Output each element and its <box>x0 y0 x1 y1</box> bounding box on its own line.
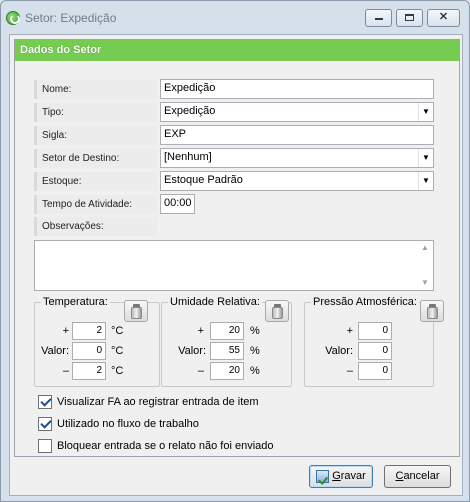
umidade-minus-input[interactable]: 20 <box>210 362 244 380</box>
umidade-plus-label: + <box>197 325 204 337</box>
umidade-title: Umidade Relativa: <box>168 296 262 308</box>
temperatura-unit: °C <box>111 365 124 377</box>
save-accel: G <box>332 470 341 482</box>
close-icon: ✕ <box>438 11 449 23</box>
tipo-combo[interactable]: Expedição ▼ <box>160 102 434 122</box>
vertical-scrollbar[interactable]: ▲ ▼ <box>418 241 433 290</box>
temperatura-group: Temperatura: + 2 °C Valor: 0 °C – 2 °C <box>34 296 160 387</box>
window: Setor: Expedição ✕ Dados do Setor Nome: … <box>0 0 470 502</box>
fluxo-trabalho-label[interactable]: Utilizado no fluxo de trabalho <box>57 418 199 430</box>
tipo-value: Expedição <box>164 105 216 117</box>
sector-panel: Dados do Setor Nome: Expedição Tipo: Exp… <box>14 39 460 457</box>
scroll-down-icon[interactable]: ▼ <box>421 278 429 287</box>
umidade-plus-input[interactable]: 20 <box>210 322 244 340</box>
temperatura-minus-label: – <box>62 365 69 377</box>
chevron-down-icon[interactable]: ▼ <box>418 149 433 167</box>
label-tipo: Tipo: <box>34 103 157 122</box>
maximize-icon <box>405 13 414 21</box>
bloquear-entrada-label[interactable]: Bloquear entrada se o relato não foi env… <box>57 440 274 452</box>
app-icon <box>6 11 20 25</box>
maximize-button[interactable] <box>396 9 423 27</box>
pressao-plus-input[interactable]: 0 <box>358 322 392 340</box>
save-label: ravar <box>340 470 366 482</box>
umidade-unit: % <box>250 365 260 377</box>
umidade-unit: % <box>250 325 260 337</box>
thermometer-icon[interactable] <box>420 300 444 322</box>
temperatura-title: Temperatura: <box>41 296 110 308</box>
save-button[interactable]: Gravar <box>309 465 373 488</box>
window-title: Setor: Expedição <box>25 11 117 25</box>
setor-destino-combo[interactable]: [Nenhum] ▼ <box>160 148 434 168</box>
umidade-valor-input[interactable]: 55 <box>210 342 244 360</box>
temperatura-valor-label: Valor: <box>41 345 69 357</box>
umidade-unit: % <box>250 345 260 357</box>
cancel-label: ancelar <box>403 470 440 482</box>
pressao-minus-input[interactable]: 0 <box>358 362 392 380</box>
temperatura-minus-input[interactable]: 2 <box>72 362 106 380</box>
pressao-group: Pressão Atmosférica: + 0 Valor: 0 – 0 <box>304 296 444 387</box>
bloquear-entrada-checkbox[interactable] <box>38 439 52 453</box>
chevron-down-icon[interactable]: ▼ <box>418 172 433 190</box>
setor-destino-value: [Nenhum] <box>164 151 212 163</box>
temperatura-unit: °C <box>111 345 124 357</box>
label-setor-destino: Setor de Destino: <box>34 149 157 168</box>
minimize-button[interactable] <box>365 9 392 27</box>
label-observacoes: Observações: <box>34 217 157 236</box>
temperatura-unit: °C <box>111 325 124 337</box>
pressao-valor-label: Valor: <box>325 345 353 357</box>
label-tempo: Tempo de Atividade: <box>34 195 157 214</box>
fluxo-trabalho-checkbox[interactable] <box>38 417 52 431</box>
temperatura-valor-input[interactable]: 0 <box>72 342 106 360</box>
umidade-minus-label: – <box>197 365 204 377</box>
observacoes-textarea[interactable]: ▲ ▼ <box>34 240 434 291</box>
panel-header: Dados do Setor <box>15 40 459 61</box>
estoque-combo[interactable]: Estoque Padrão ▼ <box>160 171 434 191</box>
temperatura-plus-label: + <box>62 325 69 337</box>
umidade-valor-label: Valor: <box>178 345 206 357</box>
thermometer-icon[interactable] <box>124 300 148 322</box>
scroll-up-icon[interactable]: ▲ <box>421 243 429 252</box>
label-estoque: Estoque: <box>34 172 157 191</box>
pressao-minus-label: – <box>346 365 353 377</box>
visualizar-fa-checkbox[interactable] <box>38 395 52 409</box>
panel-title: Dados do Setor <box>20 44 102 56</box>
label-nome: Nome: <box>34 80 157 99</box>
minimize-icon <box>374 18 383 21</box>
chevron-down-icon[interactable]: ▼ <box>418 103 433 121</box>
title-bar[interactable]: Setor: Expedição ✕ <box>1 1 469 35</box>
temperatura-plus-input[interactable]: 2 <box>72 322 106 340</box>
close-button[interactable]: ✕ <box>427 9 460 27</box>
pressao-valor-input[interactable]: 0 <box>358 342 392 360</box>
label-sigla: Sigla: <box>34 126 157 145</box>
nome-input[interactable]: Expedição <box>160 79 434 99</box>
dialog-client: Dados do Setor Nome: Expedição Tipo: Exp… <box>9 34 463 496</box>
thermometer-icon[interactable] <box>265 300 289 322</box>
cancel-button[interactable]: Cancelar <box>384 465 451 488</box>
sigla-input[interactable]: EXP <box>160 125 434 145</box>
visualizar-fa-label[interactable]: Visualizar FA ao registrar entrada de it… <box>57 396 259 408</box>
pressao-title: Pressão Atmosférica: <box>311 296 419 308</box>
pressao-plus-label: + <box>346 325 353 337</box>
estoque-value: Estoque Padrão <box>164 174 243 186</box>
umidade-group: Umidade Relativa: + 20 % Valor: 55 % – 2… <box>161 296 292 387</box>
tempo-input[interactable]: 00:00 <box>160 194 195 214</box>
save-icon <box>316 469 330 483</box>
